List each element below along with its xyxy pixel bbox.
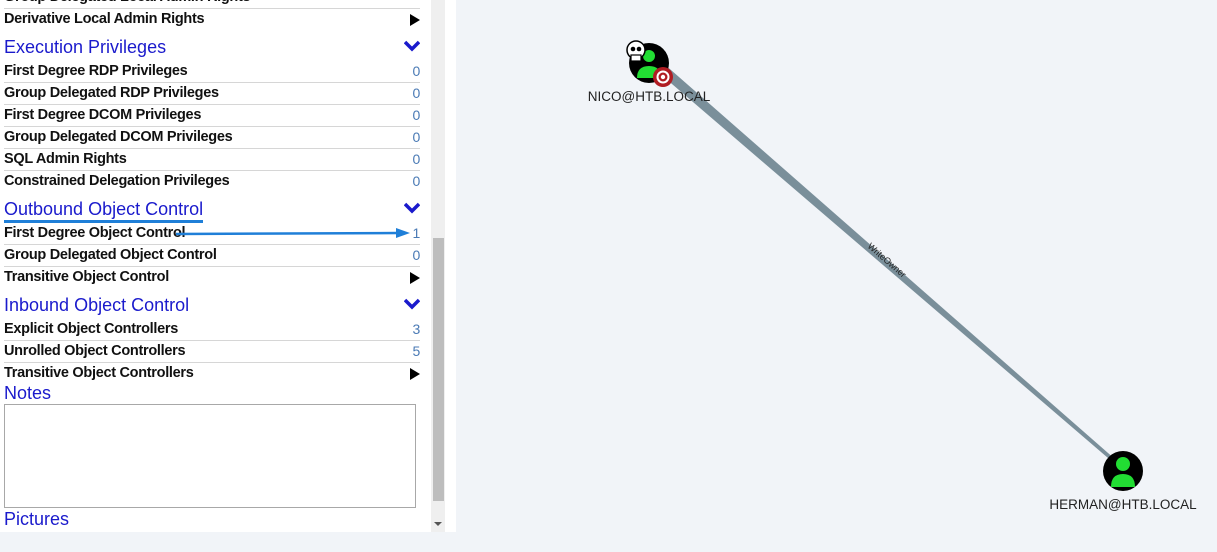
count-value[interactable]: 3 xyxy=(413,319,421,339)
section-execution-privileges[interactable]: Execution Privileges xyxy=(4,30,420,61)
section-title: Outbound Object Control xyxy=(4,199,204,223)
bottom-bar xyxy=(0,532,456,547)
row-explicit-object-controllers[interactable]: Explicit Object Controllers 3 xyxy=(4,319,420,341)
count-value[interactable]: 0 xyxy=(413,149,421,169)
expand-arrow-icon[interactable] xyxy=(410,14,420,26)
section-title: Inbound Object Control xyxy=(4,295,190,315)
annotation-arrow xyxy=(176,228,410,238)
row-transitive-object-controllers[interactable]: Transitive Object Controllers xyxy=(4,363,420,384)
node-nico[interactable]: NICO@HTB.LOCAL xyxy=(588,40,711,104)
notes-title: Notes xyxy=(4,383,52,403)
expand-arrow-icon[interactable] xyxy=(410,368,420,380)
panel-divider xyxy=(446,0,456,532)
notes-textarea[interactable] xyxy=(4,404,416,508)
target-icon xyxy=(653,67,673,87)
edge-label: WriteOwner xyxy=(866,241,908,280)
row-group-delegated-object-control[interactable]: Group Delegated Object Control 0 xyxy=(4,245,420,267)
row-group-delegated-rdp[interactable]: Group Delegated RDP Privileges 0 xyxy=(4,83,420,105)
count-value[interactable]: 5 xyxy=(413,341,421,361)
chevron-down-icon[interactable] xyxy=(404,40,420,52)
node-label: HERMAN@HTB.LOCAL xyxy=(1049,497,1197,512)
node-herman[interactable]: HERMAN@HTB.LOCAL xyxy=(1049,451,1197,512)
count-value[interactable]: 0 xyxy=(413,105,421,125)
count-value[interactable]: 0 xyxy=(413,245,421,265)
node-label: NICO@HTB.LOCAL xyxy=(588,89,711,104)
graph-svg[interactable]: WriteOwner NICO@HTB.LOCAL HERMAN@HTB.LOC… xyxy=(456,0,1217,547)
section-title: Execution Privileges xyxy=(4,37,167,57)
count-value[interactable]: 0 xyxy=(413,83,421,103)
pictures-title: Pictures xyxy=(4,509,70,529)
row-constrained-delegation[interactable]: Constrained Delegation Privileges 0 xyxy=(4,171,420,192)
graph-canvas[interactable]: WriteOwner NICO@HTB.LOCAL HERMAN@HTB.LOC… xyxy=(456,0,1217,547)
scroll-down-arrow-icon[interactable] xyxy=(434,522,442,526)
count-value[interactable]: 0 xyxy=(413,127,421,147)
node-info-content: Group Delegated Local Admin Rights Deriv… xyxy=(0,0,426,384)
row-first-degree-dcom[interactable]: First Degree DCOM Privileges 0 xyxy=(4,105,420,127)
expand-arrow-icon[interactable] xyxy=(410,272,420,284)
chevron-down-icon[interactable] xyxy=(404,298,420,310)
row-derivative-local-admin[interactable]: Derivative Local Admin Rights xyxy=(4,9,420,30)
row-transitive-object-control[interactable]: Transitive Object Control xyxy=(4,267,420,288)
row-unrolled-object-controllers[interactable]: Unrolled Object Controllers 5 xyxy=(4,341,420,363)
row-group-delegated-local-admin[interactable]: Group Delegated Local Admin Rights xyxy=(4,0,420,9)
count-value[interactable]: 0 xyxy=(413,61,421,81)
row-sql-admin[interactable]: SQL Admin Rights 0 xyxy=(4,149,420,171)
scrollbar-thumb[interactable] xyxy=(433,238,444,501)
section-inbound-object-control[interactable]: Inbound Object Control xyxy=(4,288,420,319)
row-first-degree-rdp[interactable]: First Degree RDP Privileges 0 xyxy=(4,61,420,83)
section-outbound-object-control[interactable]: Outbound Object Control xyxy=(4,192,420,223)
chevron-down-icon[interactable] xyxy=(404,202,420,214)
node-info-panel: Group Delegated Local Admin Rights Deriv… xyxy=(0,0,446,532)
count-value[interactable]: 0 xyxy=(413,171,421,191)
row-group-delegated-dcom[interactable]: Group Delegated DCOM Privileges 0 xyxy=(4,127,420,149)
